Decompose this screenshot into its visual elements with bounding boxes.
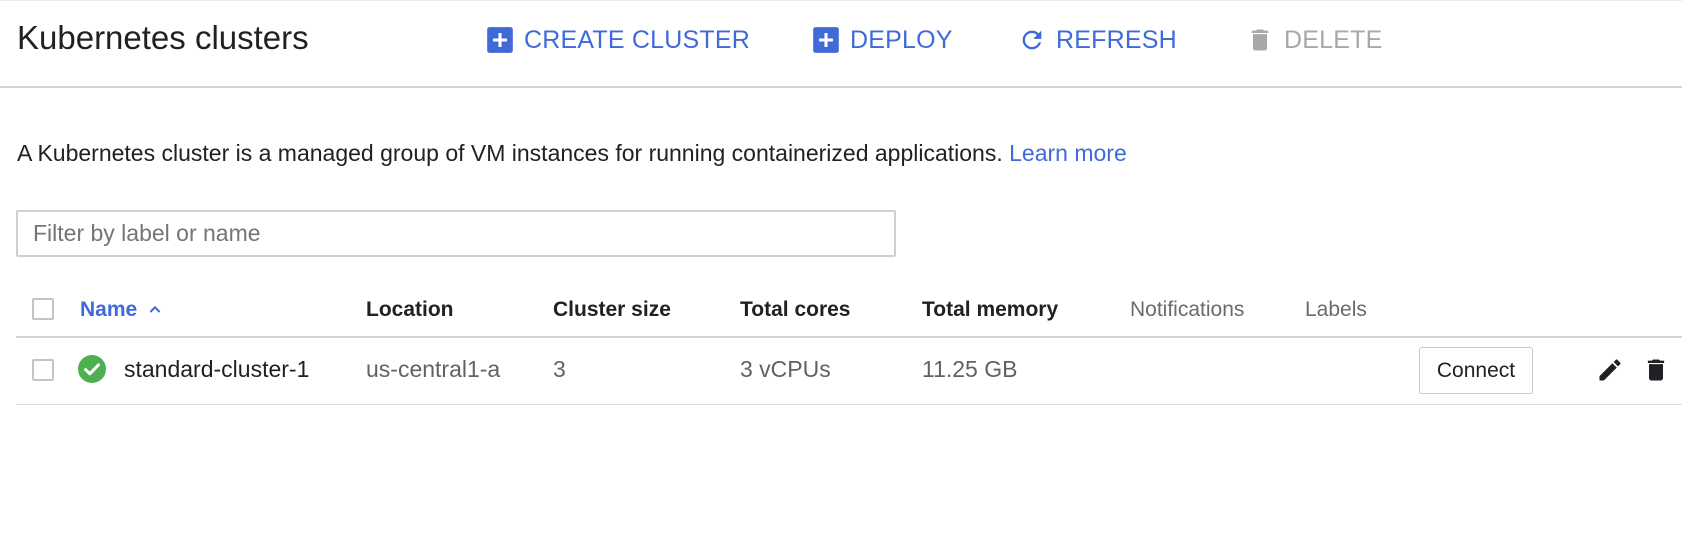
cluster-location: us-central1-a [366, 356, 501, 382]
page-header: Kubernetes clusters CREATE CLUSTER DEPLO… [0, 0, 1682, 88]
check-circle-icon [78, 355, 106, 383]
create-cluster-button[interactable]: CREATE CLUSTER [486, 20, 750, 60]
deploy-button[interactable]: DEPLOY [812, 20, 953, 60]
select-all-checkbox[interactable] [32, 298, 54, 320]
filter-input[interactable] [16, 210, 896, 257]
trash-icon [1251, 29, 1269, 51]
row-checkbox[interactable] [32, 359, 54, 381]
column-header-notifications: Notifications [1130, 298, 1245, 321]
column-header-total-memory: Total memory [922, 298, 1059, 321]
page-description: A Kubernetes cluster is a managed group … [17, 138, 1127, 168]
connect-button[interactable]: Connect [1419, 347, 1533, 394]
cluster-cores: 3 vCPUs [740, 356, 831, 382]
description-text: A Kubernetes cluster is a managed group … [17, 140, 1003, 166]
refresh-label: REFRESH [1056, 25, 1177, 54]
cluster-memory: 11.25 GB [922, 356, 1018, 382]
edit-pencil-icon[interactable] [1596, 356, 1624, 384]
column-header-labels: Labels [1305, 298, 1367, 321]
column-header-cluster-size: Cluster size [553, 298, 671, 321]
refresh-button[interactable]: REFRESH [1018, 20, 1177, 60]
column-header-total-cores: Total cores [740, 298, 851, 321]
page-title: Kubernetes clusters [17, 19, 309, 56]
delete-label: DELETE [1284, 25, 1383, 54]
add-box-icon [487, 27, 513, 53]
table-row: standard-cluster-1 us-central1-a 3 3 vCP… [16, 338, 1682, 405]
refresh-icon [1022, 30, 1042, 50]
trash-icon[interactable] [1642, 356, 1670, 384]
column-name-label: Name [80, 298, 138, 321]
deploy-label: DEPLOY [850, 25, 953, 54]
chevron-up-icon [149, 305, 161, 313]
cluster-size: 3 [553, 356, 566, 382]
cluster-name[interactable]: standard-cluster-1 [124, 356, 309, 383]
add-box-icon [813, 27, 839, 53]
create-cluster-label: CREATE CLUSTER [524, 25, 750, 54]
learn-more-link[interactable]: Learn more [1009, 140, 1127, 166]
column-header-location: Location [366, 298, 454, 321]
column-header-name[interactable]: Name [80, 298, 163, 322]
table-header: Name Location Cluster size Total cores T… [16, 292, 1682, 338]
delete-button[interactable]: DELETE [1246, 20, 1382, 60]
